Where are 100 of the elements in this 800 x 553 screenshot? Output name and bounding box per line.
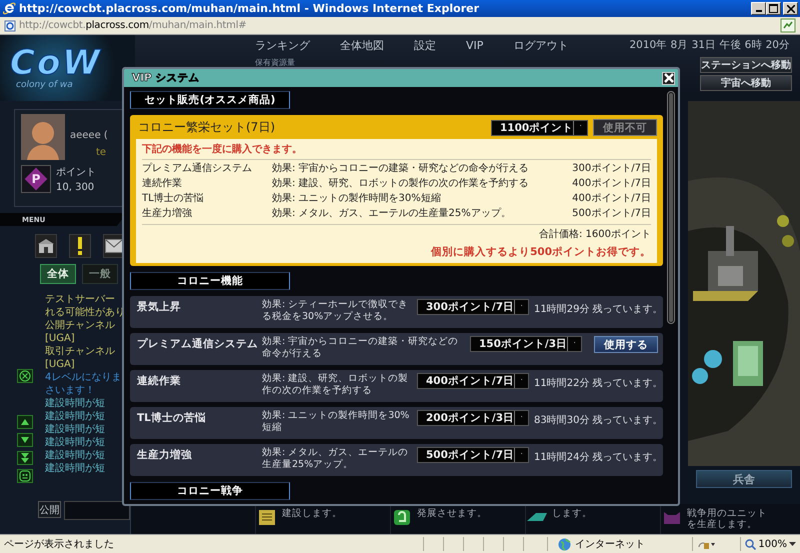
page-icon	[4, 20, 16, 32]
item-price: 300ポイント/7日	[572, 162, 651, 176]
item-price: 400ポイント/7日	[572, 192, 651, 206]
zone-text: インターネット	[575, 538, 645, 551]
price-dropdown[interactable]: 400ポイント/7日	[417, 373, 529, 389]
point-icon: P	[21, 165, 51, 193]
remaining-time: 11時間29分 残っています。	[534, 302, 663, 316]
close-icon	[786, 4, 794, 12]
action-button[interactable]: 使用する	[594, 336, 658, 353]
scroll-bottom-icon[interactable]	[17, 451, 33, 465]
channel-button[interactable]: 公開	[38, 501, 61, 518]
maximize-button[interactable]	[766, 2, 781, 15]
feature-name: 生産力増強	[137, 448, 193, 462]
feature-effect: 効果: ユニットの製作時間を30%短縮	[262, 410, 410, 434]
datetime: 2010年 8月 31日 午後 6時 20分	[630, 38, 790, 53]
move-button[interactable]: 宇宙へ移動	[700, 75, 792, 91]
page-compat-icon[interactable]	[780, 18, 796, 33]
feature-name: TL博士の苦悩	[137, 411, 207, 425]
chat-tab[interactable]: 一般	[82, 264, 118, 284]
hint-text: 戦争用のユニットを生産します。	[687, 507, 767, 530]
nav-link[interactable]: 設定	[414, 38, 436, 52]
player-subtitle: te	[95, 147, 108, 158]
hint-text: します。	[552, 507, 592, 519]
feature-name: プレミアム通信システム	[137, 337, 257, 351]
nav-link[interactable]: ランキング	[255, 38, 310, 52]
price-dropdown[interactable]: 500ポイント/7日	[417, 447, 529, 463]
scrollbar[interactable]	[667, 91, 675, 324]
item-name: 生産力増強	[142, 207, 193, 221]
building-icon[interactable]	[35, 234, 57, 258]
alert-icon[interactable]	[69, 234, 91, 258]
set-name: コロニー繁栄セット(7日)	[137, 119, 276, 136]
section-header: セット販売(オススメ商品)	[130, 91, 290, 109]
set-note: 下記の機能を一度に購入できます。	[142, 142, 651, 160]
item-effect: 効果: ユニットの製作時間を30%短縮	[272, 192, 442, 206]
close-button[interactable]	[662, 72, 675, 84]
hint-text: 建設します。	[282, 507, 342, 519]
address-field[interactable]: http://cowcbt.placross.com/muhan/main.html#	[19, 20, 777, 31]
saving-text: 個別に購入するより500ポイントお得です。	[430, 245, 651, 260]
item-effect: 効果: 宇宙からコロニーの建築・研究などの命令が行える	[272, 162, 530, 176]
document-icon[interactable]	[256, 507, 278, 527]
nav-link[interactable]: ログアウト	[513, 38, 568, 52]
resource-label: 保有資源量	[255, 57, 296, 68]
chat-message: 建設時間が短	[45, 410, 106, 423]
chat-message: 建設時間が短	[45, 423, 106, 436]
item-effect: 効果: メタル、ガス、エーテルの生産量25%アップ。	[272, 207, 512, 221]
feature-effect: 効果: 建設、研究、ロボットの製作の次の作業を予約する	[262, 373, 410, 397]
item-price: 500ポイント/7日	[572, 207, 651, 221]
price-dropdown[interactable]: 200ポイント/3日	[417, 410, 529, 426]
scroll-thumb[interactable]	[669, 93, 673, 322]
item-name: TL博士の苦悩	[142, 192, 205, 206]
close-icon	[664, 73, 674, 83]
item-effect: 効果: 建設、研究、ロボットの製作の次の作業を予約する	[272, 177, 530, 191]
nav-link[interactable]: VIP	[466, 38, 484, 52]
item-name: 連続作業	[142, 177, 183, 191]
security-button[interactable]	[692, 537, 715, 551]
player-name: aeeee (	[70, 130, 108, 141]
smiley-icon[interactable]	[17, 469, 33, 483]
avatar	[21, 114, 65, 160]
section-header: コロニー戦争	[130, 482, 290, 500]
chat-message: さいます！	[45, 384, 96, 397]
chat-message: 建設時間が短	[45, 397, 106, 410]
remaining-time: 83時間30分 残っています。	[534, 414, 663, 427]
remaining-time: 11時間24分 残っています。	[534, 450, 663, 464]
feature-effect: 効果: シティーホールで徴収できる税金を30%アップさせる。	[262, 299, 410, 323]
chat-message: [UGA]	[45, 358, 76, 371]
minimize-icon	[756, 10, 762, 12]
zoom-button[interactable]: 100%	[740, 537, 796, 551]
price-dropdown[interactable]: 300ポイント/7日	[417, 299, 529, 315]
move-button[interactable]: ステーションへ移動	[700, 57, 792, 73]
points-value: 10, 300	[56, 182, 96, 193]
barracks-button[interactable]: 兵舎	[696, 470, 792, 488]
window-title: http://cowcbt.placross.com/muhan/main.html - Windows Internet Explorer	[19, 2, 480, 15]
close-circle-icon[interactable]	[17, 369, 33, 383]
chat-message: 建設時間が短	[45, 449, 106, 462]
chat-input[interactable]	[64, 501, 130, 520]
chat-message: 公開チャンネル	[45, 319, 116, 332]
hint-text: 発展させます。	[417, 507, 487, 519]
price-dropdown[interactable]: 150ポイント/3日	[470, 336, 582, 352]
scroll-down-icon[interactable]	[17, 433, 33, 447]
total-price: 合計価格: 1600ポイント	[538, 228, 651, 241]
chat-message: 4レベルになりま	[45, 371, 122, 384]
nav-link[interactable]: 全体地図	[340, 38, 384, 52]
chat-message: [UGA]	[45, 332, 76, 345]
chat-message: 建設時間が短	[45, 436, 106, 449]
chat-message: テストサーバー	[45, 293, 116, 306]
browser-logo-icon	[3, 2, 16, 15]
feature-effect: 効果: 宇宙からコロニーの建築・研究などの命令が行える	[262, 336, 460, 360]
item-price: 400ポイント/7日	[572, 177, 651, 191]
chat-message: 取引チャンネル	[45, 345, 116, 358]
minimize-button[interactable]	[751, 2, 766, 15]
feature-name: 連続作業	[137, 374, 182, 388]
feature-name: 景気上昇	[137, 300, 182, 314]
chat-tab[interactable]: 全体	[40, 264, 76, 284]
feature-effect: 効果: メタル、ガス、エーテルの生産量25%アップ。	[262, 447, 410, 471]
status-text: ページが表示されました	[4, 538, 115, 551]
points-label: ポイント	[56, 166, 96, 179]
chat-message: 建設時間が短	[45, 462, 106, 475]
price-dropdown[interactable]: 1100ポイント	[491, 120, 588, 136]
maximize-icon	[769, 4, 778, 13]
scroll-up-icon[interactable]	[17, 415, 33, 429]
